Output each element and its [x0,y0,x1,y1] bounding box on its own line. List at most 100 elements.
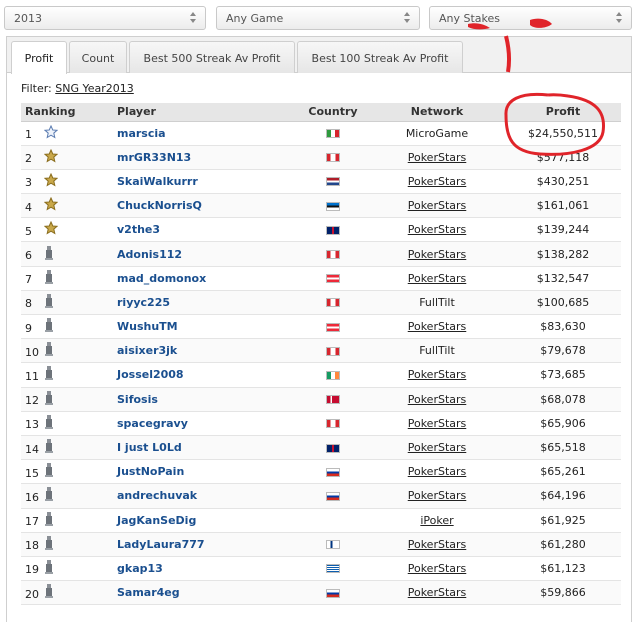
profit-cell: $132,547 [505,266,621,291]
player-link[interactable]: Sifosis [117,393,158,406]
player-link[interactable]: Jossel2008 [117,368,184,381]
player-link[interactable]: SkaiWalkurrr [117,175,198,188]
network-link[interactable]: PokerStars [408,465,467,478]
network-link[interactable]: PokerStars [408,489,467,502]
player-cell: gkap13 [113,556,297,582]
rank-figure-icon [44,535,54,554]
player-link[interactable]: mad_domonox [117,272,206,285]
network-link[interactable]: PokerStars [408,368,467,381]
rank-cell: 18 [21,532,113,557]
player-link[interactable]: riyyc225 [117,296,170,309]
rank-number: 2 [25,152,32,166]
network-link[interactable]: PokerStars [408,538,467,551]
profit-cell: $65,906 [505,411,621,436]
gold-star-icon [43,148,58,166]
network-link[interactable]: PokerStars [408,151,467,164]
player-link[interactable]: v2the3 [117,223,160,236]
rank-number: 10 [25,345,39,359]
gold-star-icon [43,172,58,190]
network-cell: iPoker [369,508,505,533]
flag-austria-icon [326,274,340,284]
year-select[interactable]: 2013 [4,6,206,30]
player-cell: ChuckNorrisQ [113,193,297,219]
table-row: 15 JustNoPain PokerStars $65,261 [21,459,621,485]
network-link[interactable]: PokerStars [408,393,467,406]
player-link[interactable]: mrGR33N13 [117,151,191,164]
player-cell: v2the3 [113,217,297,243]
network-link[interactable]: PokerStars [408,441,467,454]
country-cell [297,266,369,291]
network-link[interactable]: PokerStars [408,175,467,188]
gold-star-icon [43,221,58,238]
player-link[interactable]: Adonis112 [117,248,182,261]
rank-number: 9 [25,321,32,335]
rank-figure-icon [44,317,54,336]
player-cell: mrGR33N13 [113,145,297,170]
network-cell: PokerStars [369,266,505,291]
flag-ireland-icon [326,370,340,380]
profit-cell: $64,196 [505,483,621,509]
country-cell [297,121,369,146]
network-link[interactable]: PokerStars [408,562,467,575]
tab-best-500[interactable]: Best 500 Streak Av Profit [129,41,295,73]
player-link[interactable]: spacegravy [117,417,188,430]
profit-cell: $65,518 [505,435,621,461]
player-link[interactable]: WushuTM [117,320,178,333]
country-cell [297,290,369,316]
rank-cell: 8 [21,290,113,316]
table-row: 11 Jossel2008 PokerStars $73,685 [21,362,621,388]
player-link[interactable]: JustNoPain [117,465,184,478]
flag-canada-icon [326,153,340,163]
stakes-select[interactable]: Any Stakes [429,6,632,30]
player-link[interactable]: I just L0Ld [117,441,182,454]
network-link[interactable]: iPoker [420,514,453,527]
game-select[interactable]: Any Game [216,6,420,30]
flag-netherlands-icon [326,177,340,187]
player-cell: mad_domonox [113,266,297,291]
rank-cell: 11 [21,362,113,388]
network-link[interactable]: PokerStars [408,199,467,212]
country-cell [297,145,369,170]
network-link[interactable]: PokerStars [408,320,467,333]
player-link[interactable]: ChuckNorrisQ [117,199,202,212]
filter-value-link[interactable]: SNG Year2013 [55,82,134,95]
player-link[interactable]: andrechuvak [117,489,197,502]
rank-number: 12 [25,394,39,408]
network-link[interactable]: PokerStars [408,586,467,599]
star-outline-icon [43,124,58,142]
tab-best-100[interactable]: Best 100 Streak Av Profit [297,41,463,73]
rank-cell: 13 [21,411,113,436]
player-link[interactable]: marscia [117,127,166,140]
player-link[interactable]: Samar4eg [117,586,180,599]
tab-profit[interactable]: Profit [11,41,67,74]
player-link[interactable]: JagKanSeDig [117,514,196,527]
flag-russia-icon [326,491,340,501]
country-cell [297,532,369,557]
player-link[interactable]: LadyLaura777 [117,538,205,551]
profit-cell: $430,251 [505,169,621,195]
network-link[interactable]: PokerStars [408,248,467,261]
rank-cell: 5 [21,217,113,243]
header-profit: Profit [505,103,621,122]
flag-canada-icon [326,346,340,356]
rank-figure-icon [44,414,54,433]
stakes-select-value: Any Stakes [439,12,501,25]
profit-cell: $139,244 [505,217,621,243]
rank-number: 7 [25,273,32,287]
network-cell: PokerStars [369,459,505,485]
tab-count[interactable]: Count [69,41,127,73]
rank-figure-icon [44,462,54,481]
network-cell: PokerStars [369,532,505,557]
rank-number: 8 [25,297,32,311]
network-link[interactable]: PokerStars [408,223,467,236]
gold-star-icon [43,196,58,214]
profit-cell: $83,630 [505,314,621,340]
network-cell: PokerStars [369,387,505,412]
network-link[interactable]: PokerStars [408,272,467,285]
rank-cell: 15 [21,459,113,485]
network-link[interactable]: PokerStars [408,417,467,430]
player-cell: andrechuvak [113,483,297,509]
player-link[interactable]: aisixer3jk [117,344,177,357]
network-cell: PokerStars [369,193,505,219]
player-link[interactable]: gkap13 [117,562,163,575]
